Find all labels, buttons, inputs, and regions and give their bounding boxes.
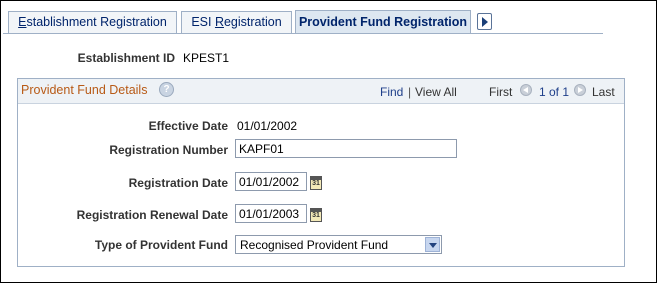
effective-date-label: Effective Date bbox=[148, 119, 228, 133]
help-icon[interactable]: ? bbox=[159, 82, 174, 97]
tab-provident-fund-registration[interactable]: Provident Fund Registration bbox=[295, 10, 471, 34]
tab-establishment-registration[interactable]: Establishment Registration bbox=[8, 11, 177, 33]
tab-label-prefix: ESI bbox=[191, 15, 215, 29]
tab-divider bbox=[3, 33, 603, 34]
header-separator: | bbox=[408, 85, 412, 99]
tab-bar: Establishment Registration ESI Registrat… bbox=[1, 1, 656, 35]
type-of-provident-fund-select[interactable]: Recognised Provident Fund bbox=[235, 235, 442, 254]
registration-number-label: Registration Number bbox=[109, 143, 228, 157]
tab-label: stablishment Registration bbox=[26, 15, 167, 29]
selected-value: Recognised Provident Fund bbox=[240, 238, 389, 252]
next-arrow-icon[interactable] bbox=[574, 84, 586, 96]
tab-scroll-right-button[interactable] bbox=[477, 13, 492, 30]
establishment-id-label: Establishment ID bbox=[77, 51, 175, 65]
type-of-provident-fund-label: Type of Provident Fund bbox=[94, 238, 228, 252]
registration-date-label: Registration Date bbox=[128, 176, 228, 190]
first-label[interactable]: First bbox=[489, 85, 512, 99]
row-count: 1 of 1 bbox=[539, 85, 570, 99]
previous-arrow-icon[interactable] bbox=[520, 84, 532, 96]
tab-label: Provident Fund Registration bbox=[298, 15, 468, 29]
last-label[interactable]: Last bbox=[592, 85, 615, 99]
find-link[interactable]: Find bbox=[380, 85, 403, 99]
chevron-right-icon bbox=[482, 17, 488, 27]
view-all-link[interactable]: View All bbox=[415, 85, 457, 99]
registration-number-input[interactable] bbox=[235, 139, 457, 158]
tab-accel-letter: R bbox=[214, 15, 224, 29]
calendar-icon[interactable]: 31 bbox=[310, 208, 322, 222]
tab-esi-registration[interactable]: ESI Registration bbox=[181, 11, 292, 33]
registration-renewal-date-label: Registration Renewal Date bbox=[76, 208, 228, 222]
tab-label: egistration bbox=[223, 15, 282, 29]
establishment-id-value: KPEST1 bbox=[183, 51, 230, 65]
group-header: Provident Fund Details ? Find | View All… bbox=[18, 79, 624, 104]
registration-date-input[interactable] bbox=[235, 172, 307, 191]
page-frame: Establishment Registration ESI Registrat… bbox=[0, 0, 657, 283]
calendar-icon[interactable]: 31 bbox=[310, 176, 322, 190]
registration-renewal-date-input[interactable] bbox=[235, 204, 307, 223]
group-title: Provident Fund Details bbox=[21, 83, 148, 97]
provident-fund-details-group: Provident Fund Details ? Find | View All… bbox=[17, 78, 625, 267]
chevron-down-icon[interactable] bbox=[425, 237, 440, 252]
effective-date-value: 01/01/2002 bbox=[237, 119, 298, 133]
